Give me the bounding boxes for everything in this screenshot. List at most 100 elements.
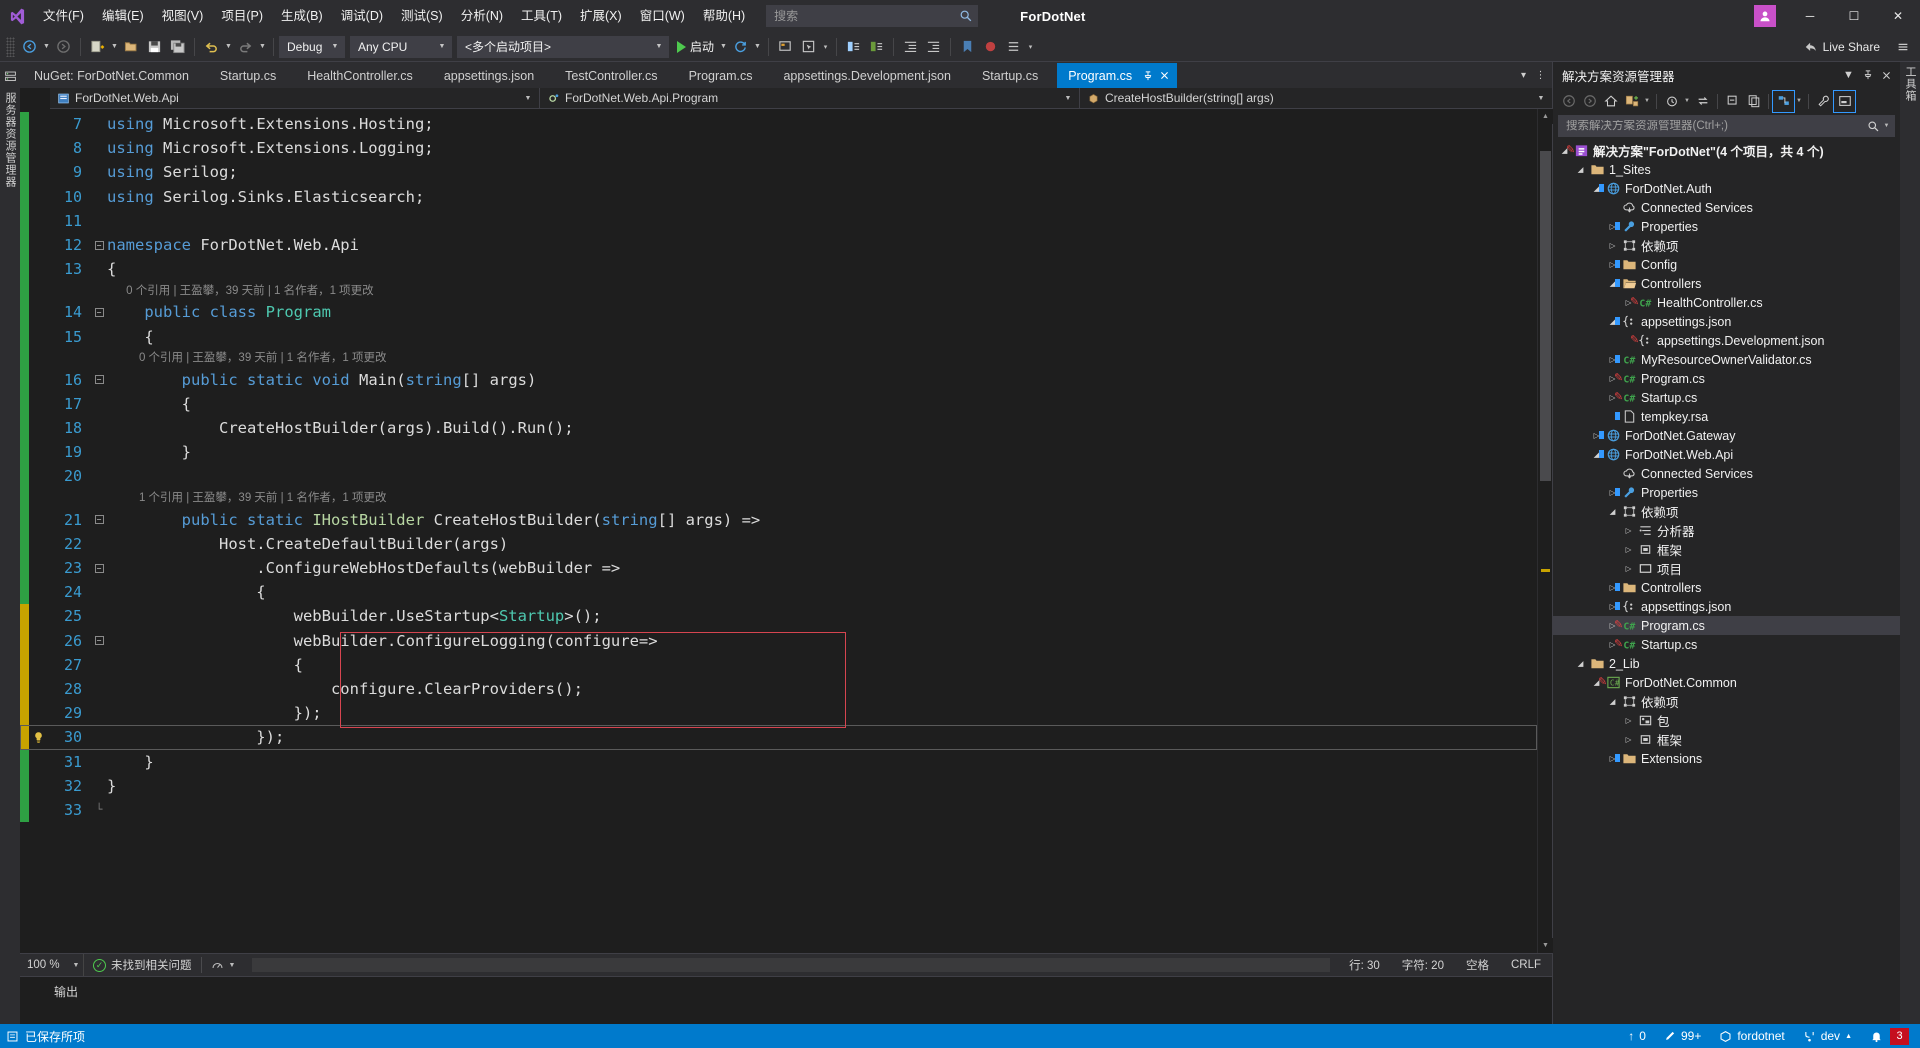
pin-panel-icon[interactable]: [1858, 65, 1877, 85]
navigate-backward-dropdown[interactable]: ▼: [41, 36, 52, 58]
tree-node[interactable]: ◢ C# ✎ ForDotNet.Common: [1553, 673, 1900, 692]
menu-debug[interactable]: 调试(D): [332, 0, 392, 32]
indentation-status[interactable]: 空格: [1455, 954, 1500, 976]
tree-node[interactable]: ◢ appsettings.json: [1553, 312, 1900, 331]
close-button[interactable]: ✕: [1876, 0, 1920, 32]
menu-extensions[interactable]: 扩展(X): [571, 0, 631, 32]
tree-node[interactable]: ▷ Config: [1553, 255, 1900, 274]
toggle-all-breakpoints-icon[interactable]: [1002, 36, 1025, 58]
toggle-breakpoint-icon[interactable]: [979, 36, 1002, 58]
tree-node[interactable]: ◢ 依赖项: [1553, 692, 1900, 711]
codelens-row[interactable]: 0 个引用 | 王盈攀，39 天前 | 1 名作者，1 项更改: [20, 279, 1537, 303]
tree-node[interactable]: ▷ Properties: [1553, 483, 1900, 502]
show-all-files-icon[interactable]: [1743, 91, 1764, 112]
pending-changes-filter-icon[interactable]: [1661, 91, 1682, 112]
collapse-region-icon[interactable]: −: [91, 240, 107, 250]
code-text[interactable]: }: [107, 774, 1537, 798]
codelens-text[interactable]: 1 个引用 | 王盈攀，39 天前 | 1 名作者，1 项更改: [107, 486, 387, 510]
solution-configuration-combo[interactable]: Debug ▼: [279, 35, 345, 58]
code-text[interactable]: {: [107, 653, 1537, 677]
live-visual-tree-icon[interactable]: [774, 36, 797, 58]
tree-node[interactable]: ◢ 1_Sites: [1553, 160, 1900, 179]
codelens-row[interactable]: 0 个引用 | 王盈攀，39 天前 | 1 名作者，1 项更改: [20, 348, 1537, 368]
menu-test[interactable]: 测试(S): [392, 0, 452, 32]
code-editor[interactable]: 7 using Microsoft.Extensions.Hosting; 8 usi…: [20, 109, 1537, 953]
tree-node[interactable]: ◢ ForDotNet.Web.Api: [1553, 445, 1900, 464]
code-text[interactable]: using Serilog.Sinks.Elasticsearch;: [107, 185, 1537, 209]
collapse-all-icon[interactable]: [1722, 91, 1743, 112]
editor-vertical-scrollbar[interactable]: ▲ ▼: [1537, 109, 1553, 953]
lightbulb-icon[interactable]: [29, 731, 47, 744]
back-icon[interactable]: [1558, 91, 1579, 112]
expanded-chevron-icon[interactable]: ◢: [1573, 659, 1588, 668]
code-line-row[interactable]: 29 });: [20, 701, 1537, 726]
code-text[interactable]: namespace ForDotNet.Web.Api: [107, 233, 1537, 257]
select-element-icon[interactable]: [797, 36, 820, 58]
global-search-box[interactable]: [766, 5, 979, 27]
branch-status[interactable]: dev ▲: [1794, 1024, 1861, 1048]
open-file-icon[interactable]: [120, 36, 143, 58]
code-line-row[interactable]: 24 {: [20, 580, 1537, 605]
menu-file[interactable]: 文件(F): [34, 0, 93, 32]
scrollbar-thumb[interactable]: [1540, 151, 1551, 481]
view-class-diagram-icon[interactable]: [1772, 89, 1795, 113]
maximize-button[interactable]: ☐: [1832, 0, 1876, 32]
tree-node[interactable]: ▷ C# MyResourceOwnerValidator.cs: [1553, 350, 1900, 369]
tree-node[interactable]: ▷ 框架: [1553, 540, 1900, 559]
tab-startup-cs-1[interactable]: Startup.cs: [207, 63, 296, 88]
code-line-row[interactable]: 30 });: [20, 725, 1537, 750]
tree-node[interactable]: ◢ Controllers: [1553, 274, 1900, 293]
save-icon[interactable]: [143, 36, 166, 58]
tree-node[interactable]: ▷ C# ✎ Program.cs: [1553, 369, 1900, 388]
editor-horizontal-scrollbar[interactable]: [252, 958, 1331, 972]
pin-tab-icon[interactable]: [1139, 67, 1156, 84]
toolbar-overflow-chevron[interactable]: ▾: [1025, 36, 1036, 58]
tab-appsettings-json[interactable]: appsettings.json: [431, 63, 554, 88]
tree-node[interactable]: ✎ appsettings.Development.json: [1553, 331, 1900, 350]
tab-program-cs-1[interactable]: Program.cs: [676, 63, 772, 88]
tree-node[interactable]: ▷ C# ✎ Startup.cs: [1553, 635, 1900, 654]
code-line-row[interactable]: 21− public static IHostBuilder CreateHos…: [20, 507, 1537, 532]
server-explorer-icon[interactable]: [2, 68, 18, 84]
tree-node[interactable]: ▷ 分析器: [1553, 521, 1900, 540]
account-avatar[interactable]: [1754, 5, 1776, 27]
code-health-indicator[interactable]: ▼: [202, 954, 245, 976]
save-all-icon[interactable]: [166, 36, 189, 58]
tab-testcontroller-cs[interactable]: TestController.cs: [553, 63, 677, 88]
collapse-region-icon[interactable]: −: [91, 636, 107, 646]
navbar-type-combo[interactable]: ForDotNet.Web.Api.Program ▼: [540, 87, 1080, 109]
toolbar-options-icon[interactable]: [1890, 36, 1916, 58]
collapsed-chevron-icon[interactable]: ▷: [1621, 564, 1636, 573]
codelens-row[interactable]: 1 个引用 | 王盈攀，39 天前 | 1 名作者，1 项更改: [20, 486, 1537, 510]
uncomment-selection-icon[interactable]: [865, 36, 888, 58]
collapsed-chevron-icon[interactable]: ▷: [1605, 241, 1620, 250]
code-text[interactable]: public static IHostBuilder CreateHostBui…: [107, 508, 1537, 532]
menu-build[interactable]: 生成(B): [272, 0, 332, 32]
solution-tree[interactable]: ◢ ✎ 解决方案"ForDotNet"(4 个项目，共 4 个) ◢ 1_Sites ◢ F…: [1553, 139, 1900, 1024]
toolwindow-dropdown[interactable]: ▾: [820, 36, 831, 58]
code-line-row[interactable]: 11: [20, 208, 1537, 233]
toolbox-label[interactable]: 工具箱: [1902, 66, 1918, 102]
solution-explorer-search[interactable]: ▼: [1558, 115, 1895, 137]
properties-icon[interactable]: [1813, 91, 1834, 112]
menu-help[interactable]: 帮助(H): [694, 0, 754, 32]
tab-appsettings-development-json[interactable]: appsettings.Development.json: [771, 63, 970, 88]
comment-selection-icon[interactable]: [842, 36, 865, 58]
collapse-region-icon[interactable]: −: [91, 563, 107, 573]
code-text[interactable]: {: [107, 392, 1537, 416]
menu-edit[interactable]: 编辑(E): [93, 0, 153, 32]
notifications-status[interactable]: 3: [1861, 1024, 1918, 1048]
tree-node[interactable]: ◢ ForDotNet.Auth: [1553, 179, 1900, 198]
solution-search-input[interactable]: [1566, 120, 1867, 132]
codelens-text[interactable]: 0 个引用 | 王盈攀，39 天前 | 1 名作者，1 项更改: [107, 279, 374, 303]
active-files-dropdown-icon[interactable]: ▾: [1515, 65, 1532, 87]
tree-node[interactable]: ▷ appsettings.json: [1553, 597, 1900, 616]
code-text[interactable]: using Microsoft.Extensions.Logging;: [107, 136, 1537, 160]
scroll-up-arrow-icon[interactable]: ▲: [1538, 109, 1553, 124]
toolbar-grip[interactable]: [6, 36, 15, 57]
undo-icon[interactable]: [200, 36, 223, 58]
tree-node[interactable]: ▷ Controllers: [1553, 578, 1900, 597]
code-line-row[interactable]: 18 CreateHostBuilder(args).Build().Run()…: [20, 416, 1537, 441]
chevron-down-icon[interactable]: ▼: [1882, 123, 1891, 129]
navbar-project-combo[interactable]: ForDotNet.Web.Api ▼: [50, 87, 540, 109]
